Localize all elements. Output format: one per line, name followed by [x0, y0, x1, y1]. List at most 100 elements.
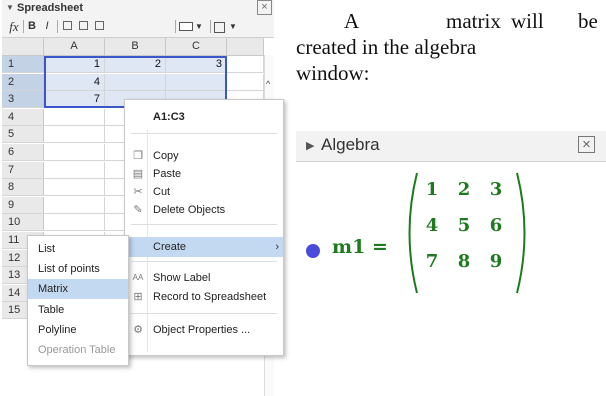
cut-icon: ✂ — [133, 186, 143, 198]
matrix-entry: 9 — [489, 251, 503, 272]
menu-item-cut[interactable]: ✂ Cut — [125, 182, 283, 202]
row-header[interactable]: 5 — [2, 126, 44, 142]
submenu-item-operation-table: Operation Table — [38, 344, 116, 356]
copy-icon: ❐ — [133, 150, 143, 162]
formula-fx-button[interactable]: fx — [6, 19, 22, 34]
table-cell[interactable]: 7 — [44, 91, 105, 107]
row-header[interactable]: 3 — [2, 91, 44, 107]
align-left-button[interactable] — [61, 19, 74, 34]
row-header[interactable]: 10 — [2, 214, 44, 230]
visibility-toggle-dot[interactable] — [306, 244, 320, 258]
table-cell[interactable]: 3 — [166, 56, 227, 72]
row-header[interactable]: 8 — [2, 179, 44, 195]
row-header[interactable]: 4 — [2, 109, 44, 125]
matrix-entry: 7 — [425, 251, 439, 272]
row-header[interactable]: 1 — [2, 56, 44, 72]
menu-item-label: Cut — [153, 186, 171, 198]
menu-item-show-label[interactable]: AA Show Label — [125, 268, 283, 288]
close-algebra-icon[interactable]: × — [578, 136, 595, 153]
row-header[interactable]: 7 — [2, 162, 44, 178]
matrix-entry: 1 — [425, 179, 439, 200]
table-cell[interactable] — [166, 74, 227, 90]
menu-item-record-to-spreadsheet[interactable]: ⊞ Record to Spreadsheet — [125, 287, 283, 307]
menu-item-label: Show Label — [153, 272, 211, 284]
background-color-dropdown[interactable]: ▼ — [179, 19, 207, 34]
menu-item-object-properties[interactable]: ⚙ Object Properties ... — [125, 320, 283, 340]
table-cell[interactable] — [105, 74, 166, 90]
color-swatch-icon — [179, 22, 193, 31]
table-cell[interactable] — [44, 144, 105, 160]
column-header-b[interactable]: B — [105, 38, 166, 55]
table-cell[interactable] — [44, 162, 105, 178]
paste-icon: ▤ — [132, 168, 144, 180]
chevron-right-icon: › — [275, 241, 279, 253]
menu-item-create[interactable]: Create › — [125, 237, 283, 257]
column-header-c[interactable]: C — [166, 38, 227, 55]
align-left-icon — [63, 21, 72, 30]
matrix-label: m1 = — [332, 236, 388, 258]
matrix-entry: 6 — [489, 215, 503, 236]
menu-item-delete-objects[interactable]: ✎ Delete Objects — [125, 200, 283, 220]
table-cell[interactable] — [44, 197, 105, 213]
table-cell[interactable]: 2 — [105, 56, 166, 72]
algebra-title: Algebra — [321, 135, 380, 154]
submenu-item-matrix[interactable]: Matrix — [28, 279, 128, 299]
gear-icon: ⚙ — [133, 324, 143, 336]
column-header-a[interactable]: A — [44, 38, 105, 55]
menu-divider — [131, 224, 277, 225]
menu-divider — [131, 313, 277, 314]
corner-cell[interactable] — [2, 38, 44, 55]
table-cell[interactable] — [44, 179, 105, 195]
matrix-entry: 5 — [457, 215, 471, 236]
paragraph-word: be — [578, 9, 598, 33]
table-cell[interactable]: 4 — [44, 74, 105, 90]
submenu-item-table[interactable]: Table — [28, 300, 128, 320]
close-spreadsheet-icon[interactable]: × — [257, 0, 272, 15]
align-center-button[interactable] — [77, 19, 90, 34]
align-center-icon — [79, 21, 88, 30]
table-cell[interactable] — [227, 56, 264, 72]
algebra-title-bar: ▶ Algebra × — [296, 131, 606, 162]
algebra-panel: ▶ Algebra × m1 = 1 2 3 4 5 6 7 8 9 — [296, 131, 606, 303]
grid-icon: ⊞ — [133, 291, 143, 303]
menu-item-label: Object Properties ... — [153, 324, 251, 336]
table-cell[interactable] — [44, 126, 105, 142]
submenu-item-list[interactable]: List — [28, 239, 128, 259]
menu-item-label: Create — [153, 241, 187, 253]
menu-item-label: Copy — [153, 150, 179, 162]
bold-button[interactable]: B — [26, 19, 38, 34]
collapse-triangle-icon[interactable]: ▼ — [6, 3, 14, 12]
submenu-item-list-of-points[interactable]: List of points — [28, 259, 128, 279]
align-right-button[interactable] — [93, 19, 106, 34]
scroll-up-icon[interactable]: ^ — [266, 79, 270, 89]
row-header[interactable]: 2 — [2, 74, 44, 90]
italic-button[interactable]: I — [42, 19, 52, 34]
toolbar-divider — [175, 20, 176, 33]
right-parenthesis — [516, 172, 526, 294]
table-cell[interactable] — [44, 109, 105, 125]
table-cell[interactable] — [44, 214, 105, 230]
spreadsheet-toolbar: fx B I ▼ ▼ — [2, 17, 274, 38]
matrix-entry: 8 — [457, 251, 471, 272]
border-dropdown[interactable]: ▼ — [214, 19, 242, 34]
menu-item-label: Paste — [153, 168, 182, 180]
paragraph-word: matrix — [446, 9, 501, 33]
table-row: 1123 — [2, 56, 264, 73]
label-icon: AA — [132, 273, 144, 282]
row-header[interactable]: 9 — [2, 197, 44, 213]
matrix-entry: 3 — [489, 179, 503, 200]
menu-item-paste[interactable]: ▤ Paste — [125, 164, 283, 184]
column-header-d[interactable] — [227, 38, 264, 55]
eraser-icon: ✎ — [133, 204, 143, 216]
spreadsheet-title-bar: ▼ Spreadsheet × — [2, 0, 274, 17]
table-cell[interactable]: 1 — [44, 56, 105, 72]
submenu-item-polyline[interactable]: Polyline — [28, 320, 128, 340]
menu-item-copy[interactable]: ❐ Copy — [125, 146, 283, 166]
toolbar-divider — [210, 20, 211, 33]
align-right-icon — [95, 21, 104, 30]
collapse-triangle-icon[interactable]: ▶ — [306, 139, 314, 152]
table-cell[interactable] — [227, 74, 264, 90]
matrix-entry: 2 — [457, 179, 471, 200]
create-submenu: List List of points Matrix Table Polylin… — [27, 235, 129, 366]
row-header[interactable]: 6 — [2, 144, 44, 160]
